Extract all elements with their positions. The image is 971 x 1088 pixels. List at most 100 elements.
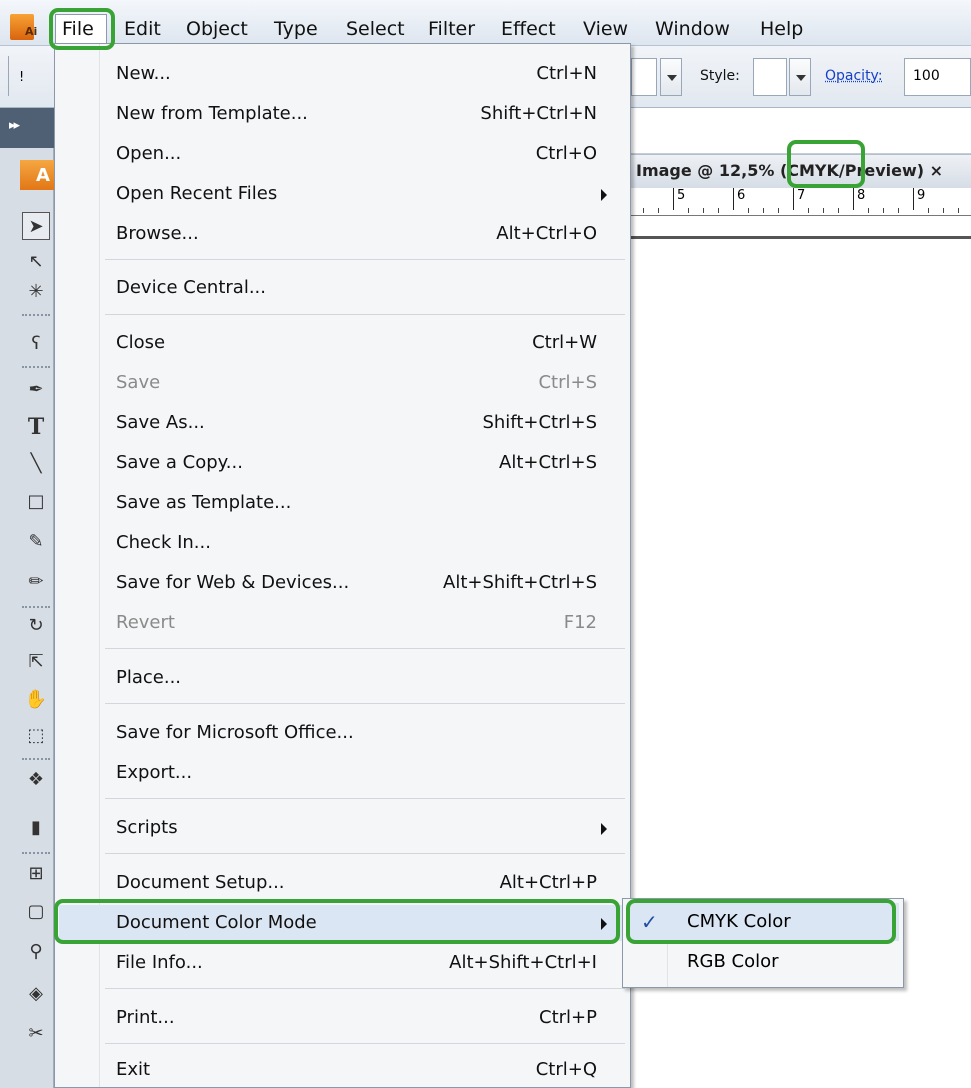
illustrator-logo: A (20, 160, 54, 190)
menu-item-browse[interactable]: Browse... Alt+Ctrl+O (59, 216, 625, 252)
line-tool-icon[interactable]: ╲ (22, 450, 50, 478)
submenu-item-rgb-color[interactable]: RGB Color (627, 943, 899, 981)
menu-item-open-recent-files[interactable]: Open Recent Files (59, 176, 625, 212)
menu-window[interactable]: Window (655, 17, 730, 41)
menu-item-device-central[interactable]: Device Central... (59, 270, 625, 306)
menu-separator (105, 853, 625, 854)
menu-item-label: Exit (116, 1059, 151, 1080)
ruler-minor-tick (823, 208, 824, 213)
submenu-arrow-icon (601, 918, 607, 930)
rectangle-tool-icon[interactable]: □ (22, 488, 50, 516)
menu-item-label: Save for Microsoft Office... (116, 722, 354, 743)
menu-edit[interactable]: Edit (124, 17, 161, 41)
menu-item-shortcut: Shift+Ctrl+S (482, 412, 597, 433)
menu-item-document-setup[interactable]: Document Setup... Alt+Ctrl+P (59, 865, 625, 901)
style-dropdown-button[interactable] (789, 58, 811, 96)
symbol-sprayer-tool-icon[interactable]: ❖ (22, 766, 50, 794)
direct-selection-tool-icon[interactable]: ↖ (22, 248, 50, 276)
menu-item-scripts[interactable]: Scripts (59, 810, 625, 846)
pencil-tool-icon[interactable]: ✏ (22, 568, 50, 596)
selection-tool-icon[interactable]: ➤ (22, 212, 50, 240)
menu-help[interactable]: Help (760, 17, 803, 41)
control-bar-grip[interactable]: ! (8, 56, 24, 96)
menu-filter[interactable]: Filter (428, 17, 475, 41)
ruler-minor-tick (763, 208, 764, 213)
warp-tool-icon[interactable]: ✋ (22, 686, 50, 714)
ruler-major-tick (913, 188, 914, 210)
menu-view[interactable]: View (583, 17, 628, 41)
menu-item-file-info[interactable]: File Info... Alt+Shift+Ctrl+I (59, 945, 625, 981)
style-swatch[interactable] (753, 58, 787, 96)
ruler-minor-tick (778, 208, 779, 213)
lasso-tool-icon[interactable]: ʕ (22, 330, 50, 358)
menu-object[interactable]: Object (186, 17, 248, 41)
stroke-dropdown-button[interactable] (660, 58, 682, 96)
slice-tool-icon[interactable]: ✂ (22, 1020, 50, 1048)
menu-item-save-for-web[interactable]: Save for Web & Devices... Alt+Shift+Ctrl+… (59, 565, 625, 601)
menu-separator (105, 1043, 625, 1044)
horizontal-ruler[interactable]: 5 6 7 8 9 (630, 188, 971, 216)
tools-panel-header[interactable]: ▸▸ (0, 108, 54, 148)
menu-select[interactable]: Select (346, 17, 405, 41)
opacity-field[interactable]: 100 (904, 58, 971, 96)
menu-item-check-in[interactable]: Check In... (59, 525, 625, 561)
menu-item-place[interactable]: Place... (59, 660, 625, 696)
menu-item-save-as-template[interactable]: Save as Template... (59, 485, 625, 521)
type-tool-icon[interactable]: T (22, 413, 50, 441)
tool-separator (22, 606, 50, 608)
live-paint-bucket-tool-icon[interactable]: ◈ (22, 980, 50, 1008)
magic-wand-tool-icon[interactable]: ✳ (22, 278, 50, 306)
rotate-tool-icon[interactable]: ↻ (22, 612, 50, 640)
menu-item-shortcut: Alt+Ctrl+S (499, 452, 597, 473)
submenu-item-cmyk-color[interactable]: ✓ CMYK Color (627, 903, 899, 941)
menu-item-new-from-template[interactable]: New from Template... Shift+Ctrl+N (59, 96, 625, 132)
mesh-tool-icon[interactable]: ⊞ (22, 860, 50, 888)
menu-item-print[interactable]: Print... Ctrl+P (59, 1000, 625, 1036)
free-transform-tool-icon[interactable]: ⬚ (22, 722, 50, 750)
ruler-major-tick (733, 188, 734, 210)
paintbrush-tool-icon[interactable]: ✎ (22, 528, 50, 556)
menu-item-new[interactable]: New... Ctrl+N (59, 56, 625, 92)
column-graph-tool-icon[interactable]: ▮ (22, 814, 50, 842)
illustrator-app-icon[interactable]: Ai (10, 14, 37, 40)
menu-item-label: Device Central... (116, 277, 266, 298)
menu-file[interactable]: File (55, 14, 107, 43)
menu-item-label: New... (116, 63, 171, 84)
gradient-tool-icon[interactable]: ▢ (22, 898, 50, 926)
menu-item-label: Save (116, 372, 161, 393)
eyedropper-tool-icon[interactable]: ⚲ (22, 938, 50, 966)
ruler-major-tick (673, 188, 674, 210)
menu-item-shortcut: Shift+Ctrl+N (480, 103, 597, 124)
menu-item-label: Check In... (116, 532, 211, 553)
menu-item-export[interactable]: Export... (59, 755, 625, 791)
menu-item-save-a-copy[interactable]: Save a Copy... Alt+Ctrl+S (59, 445, 625, 481)
menu-item-label: New from Template... (116, 103, 308, 124)
collapse-icon[interactable]: ▸▸ (9, 118, 20, 133)
ruler-minor-tick (688, 208, 689, 213)
menu-effect[interactable]: Effect (501, 17, 556, 41)
ruler-label: 9 (917, 188, 926, 203)
menu-item-label: Revert (116, 612, 175, 633)
ruler-label: 8 (857, 188, 866, 203)
ruler-minor-tick (808, 208, 809, 213)
menu-item-save-for-microsoft-office[interactable]: Save for Microsoft Office... (59, 715, 625, 751)
scale-tool-icon[interactable]: ⇱ (22, 648, 50, 676)
menu-item-save: Save Ctrl+S (59, 365, 625, 401)
stroke-weight-field[interactable] (631, 58, 657, 96)
menu-item-label: Place... (116, 667, 182, 688)
ruler-minor-tick (703, 208, 704, 213)
menu-type[interactable]: Type (274, 17, 318, 41)
menu-item-save-as[interactable]: Save As... Shift+Ctrl+S (59, 405, 625, 441)
menu-item-document-color-mode[interactable]: Document Color Mode (59, 905, 625, 941)
style-label: Style: (700, 68, 740, 84)
pen-tool-icon[interactable]: ✒ (22, 376, 50, 404)
menu-separator (105, 648, 625, 649)
menu-item-close[interactable]: Close Ctrl+W (59, 325, 625, 361)
opacity-label[interactable]: Opacity: (825, 68, 883, 84)
menu-item-open[interactable]: Open... Ctrl+O (59, 136, 625, 172)
document-tab[interactable]: Image @ 12,5% (CMYK/Preview) × (630, 154, 971, 188)
color-mode-submenu: ✓ CMYK Color RGB Color (622, 898, 904, 988)
menu-item-shortcut: Ctrl+S (538, 372, 597, 393)
menu-item-exit[interactable]: Exit Ctrl+Q (59, 1052, 625, 1088)
menu-item-label: Close (116, 332, 166, 353)
